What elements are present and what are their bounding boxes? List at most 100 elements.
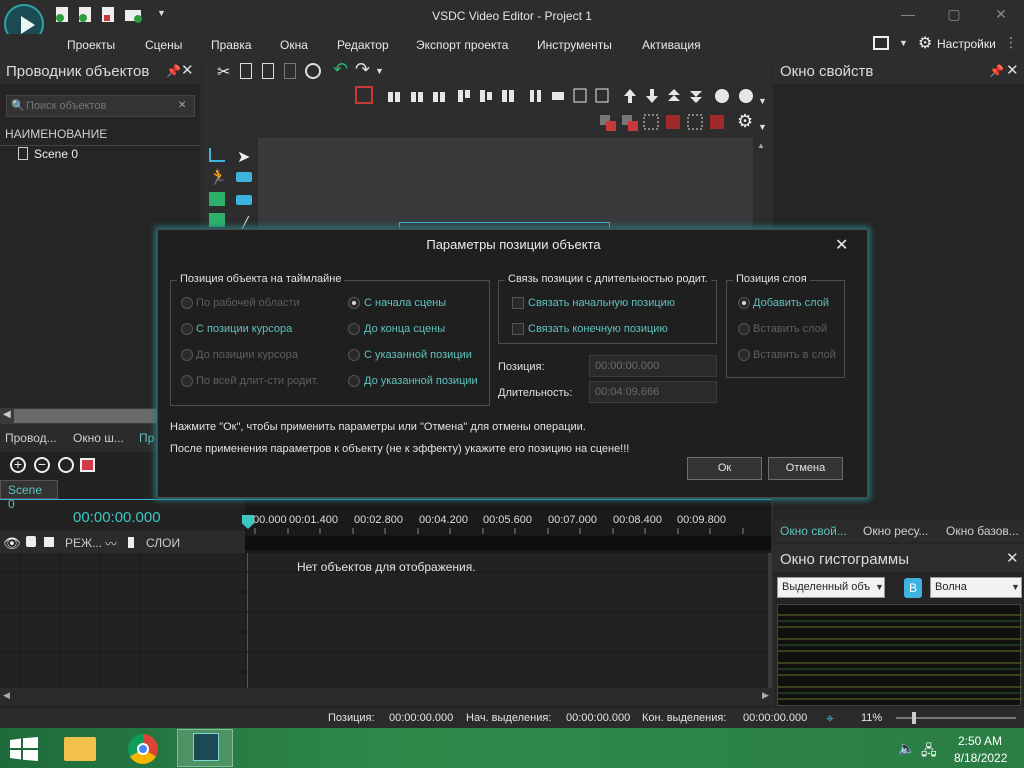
radio-to-position-label[interactable]: До указанной позиции	[364, 375, 478, 387]
visibility-icon[interactable]: 👁	[3, 535, 21, 552]
record-icon[interactable]	[305, 63, 321, 79]
canvas-scrollbar[interactable]	[753, 138, 771, 228]
network-icon[interactable]: 🖧	[921, 740, 937, 764]
radio-parent-duration[interactable]	[181, 375, 193, 387]
position-field[interactable]: 00:00:00.000	[589, 355, 717, 377]
radio-scene-end[interactable]	[348, 323, 360, 335]
link-start-checkbox[interactable]	[512, 297, 524, 309]
pin-icon[interactable]: 📌	[166, 64, 181, 78]
menu-scenes[interactable]: Сцены	[145, 38, 182, 52]
pointer-tool-icon[interactable]: ➤	[237, 147, 250, 167]
layout-dropdown-icon[interactable]: ▼	[899, 38, 908, 48]
menu-edit[interactable]: Правка	[211, 38, 252, 52]
cut-icon[interactable]: ✂	[217, 62, 230, 82]
radio-scene-start[interactable]	[348, 297, 360, 309]
menu-projects[interactable]: Проекты	[67, 38, 115, 52]
mode-dropdown-icon[interactable]: ▼	[1011, 582, 1020, 592]
tab-basic-effects[interactable]: Окно базов...	[946, 524, 1019, 538]
properties-close-icon[interactable]: ✕	[1006, 61, 1019, 79]
remove-layer-icon[interactable]: −	[34, 457, 50, 473]
copy-icon[interactable]	[240, 63, 252, 79]
subtitle-tool-icon[interactable]	[236, 195, 252, 205]
link-end-label[interactable]: Связать конечную позицию	[528, 323, 668, 335]
windows-start-icon[interactable]	[10, 737, 38, 761]
scroll-up-icon[interactable]: ▲	[757, 141, 765, 150]
image-tool-icon[interactable]	[209, 192, 225, 206]
menu-overflow-icon[interactable]: ⋮	[1004, 34, 1018, 51]
lock-icon[interactable]	[26, 536, 36, 547]
histogram-close-icon[interactable]: ✕	[1006, 549, 1019, 567]
text-tool-icon[interactable]	[236, 172, 252, 182]
link-start-label[interactable]: Связать начальную позицию	[528, 297, 675, 309]
radio-work-area[interactable]	[181, 297, 193, 309]
tab-window[interactable]: Окно ш...	[73, 431, 124, 445]
taskbar-date[interactable]: 8/18/2022	[954, 751, 1007, 765]
channel-b-button[interactable]: B	[904, 578, 922, 598]
radio-insert-layer[interactable]	[738, 323, 750, 335]
sprite-tool-icon[interactable]: 🏃	[209, 168, 228, 186]
close-panel-icon[interactable]: ✕	[181, 61, 194, 79]
close-window-button[interactable]: ✕	[989, 6, 1013, 26]
scene-tab[interactable]: Scene 0	[0, 480, 58, 511]
menu-windows[interactable]: Окна	[280, 38, 308, 52]
file-explorer-icon[interactable]	[64, 737, 96, 761]
dialog-close-icon[interactable]: ✕	[835, 235, 848, 255]
tab-resources[interactable]: Окно ресу...	[863, 524, 928, 538]
menu-export[interactable]: Экспорт проекта	[416, 38, 508, 52]
tab-explorer[interactable]: Провод...	[5, 431, 57, 445]
video-layer-icon[interactable]	[80, 458, 95, 472]
redo-icon[interactable]: ↷	[355, 59, 370, 80]
work-area-bar[interactable]	[245, 536, 771, 550]
radio-insert-into-layer[interactable]	[738, 349, 750, 361]
timeline-scroll-right-icon[interactable]: ▶	[762, 690, 769, 701]
fit-zoom-icon[interactable]: ⌖	[826, 710, 834, 727]
add-layer-icon[interactable]: +	[10, 457, 26, 473]
layout-icon[interactable]	[873, 36, 889, 50]
radio-to-position[interactable]	[348, 375, 360, 387]
duration-field[interactable]: 00:04:09.666	[589, 381, 717, 403]
histogram-mode-select[interactable]: Волна	[930, 577, 1022, 598]
audio-tool-icon[interactable]	[209, 213, 225, 227]
snap-dropdown-icon[interactable]: ▼	[758, 122, 767, 132]
radio-from-position[interactable]	[348, 349, 360, 361]
delete-icon[interactable]	[284, 63, 296, 79]
gear-icon[interactable]: ⚙	[918, 33, 932, 53]
paste-icon[interactable]	[262, 63, 274, 79]
radio-to-cursor[interactable]	[181, 349, 193, 361]
tree-item-scene[interactable]: Scene 0	[34, 147, 78, 161]
menu-activation[interactable]: Активация	[642, 38, 701, 52]
select-object-icon[interactable]	[355, 86, 373, 104]
snap-settings-icon[interactable]: ⚙	[737, 111, 753, 132]
scroll-left-icon[interactable]: ◀	[3, 409, 11, 420]
clear-search-icon[interactable]: ✕	[178, 100, 186, 111]
radio-from-cursor-label[interactable]: С позиции курсора	[196, 323, 292, 335]
ok-button[interactable]: Ок	[687, 457, 762, 480]
cancel-button[interactable]: Отмена	[768, 457, 843, 480]
menu-editor[interactable]: Редактор	[337, 38, 389, 52]
minimize-button[interactable]: —	[896, 6, 920, 26]
radio-from-position-label[interactable]: С указанной позиции	[364, 349, 472, 361]
scene-canvas[interactable]	[258, 138, 753, 228]
radio-add-layer-label[interactable]: Добавить слой	[753, 297, 829, 309]
source-dropdown-icon[interactable]: ▼	[875, 582, 884, 592]
taskbar-time[interactable]: 2:50 AM	[958, 734, 1002, 748]
timeline-scroll-left-icon[interactable]: ◀	[3, 690, 10, 701]
link-end-checkbox[interactable]	[512, 323, 524, 335]
timeline-vscroll[interactable]	[768, 553, 772, 688]
tab-projects[interactable]: Пр	[139, 431, 154, 445]
histogram-source-select[interactable]: Выделенный объ	[777, 577, 885, 598]
properties-pin-icon[interactable]: 📌	[989, 64, 1004, 78]
maximize-button[interactable]: ▢	[942, 6, 966, 26]
menu-tools[interactable]: Инструменты	[537, 38, 612, 52]
radio-from-cursor[interactable]	[181, 323, 193, 335]
zoom-slider-thumb[interactable]	[912, 712, 916, 724]
timeline-scrollbar[interactable]	[0, 688, 771, 706]
align-dropdown-icon[interactable]: ▼	[758, 96, 767, 106]
chart-tool-icon[interactable]	[209, 148, 225, 162]
tab-properties[interactable]: Окно свой...	[780, 524, 847, 538]
settings-button[interactable]: Настройки	[937, 37, 996, 51]
volume-muted-icon[interactable]: 🔈	[898, 740, 915, 757]
radio-scene-end-label[interactable]: До конца сцены	[364, 323, 445, 335]
undo-icon[interactable]: ↶	[333, 59, 348, 80]
radio-add-layer[interactable]	[738, 297, 750, 309]
